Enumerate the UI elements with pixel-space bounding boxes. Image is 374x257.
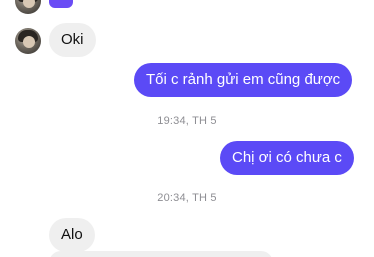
avatar[interactable]: [15, 0, 41, 14]
incoming-message-partial[interactable]: [49, 251, 273, 257]
avatar-face: [23, 0, 35, 8]
message-timestamp: 20:34, TH 5: [157, 192, 217, 204]
outgoing-message[interactable]: Chị ơi có chưa c: [220, 141, 354, 175]
message-text: Alo: [61, 226, 83, 243]
message-text: Oki: [61, 31, 84, 48]
avatar-face: [23, 36, 35, 48]
message-text: Chị ơi có chưa c: [232, 149, 342, 166]
avatar[interactable]: [15, 28, 41, 54]
message-timestamp: 19:34, TH 5: [157, 115, 217, 127]
message-text: Tối c rảnh gửi em cũng được: [146, 71, 341, 88]
sticker-icon[interactable]: [49, 0, 73, 8]
incoming-message[interactable]: Alo: [49, 218, 95, 252]
outgoing-message[interactable]: Tối c rảnh gửi em cũng được: [134, 63, 353, 97]
incoming-message[interactable]: Oki: [49, 23, 96, 57]
chat-screen: Oki Tối c rảnh gửi em cũng được 19:34, T…: [0, 0, 374, 257]
